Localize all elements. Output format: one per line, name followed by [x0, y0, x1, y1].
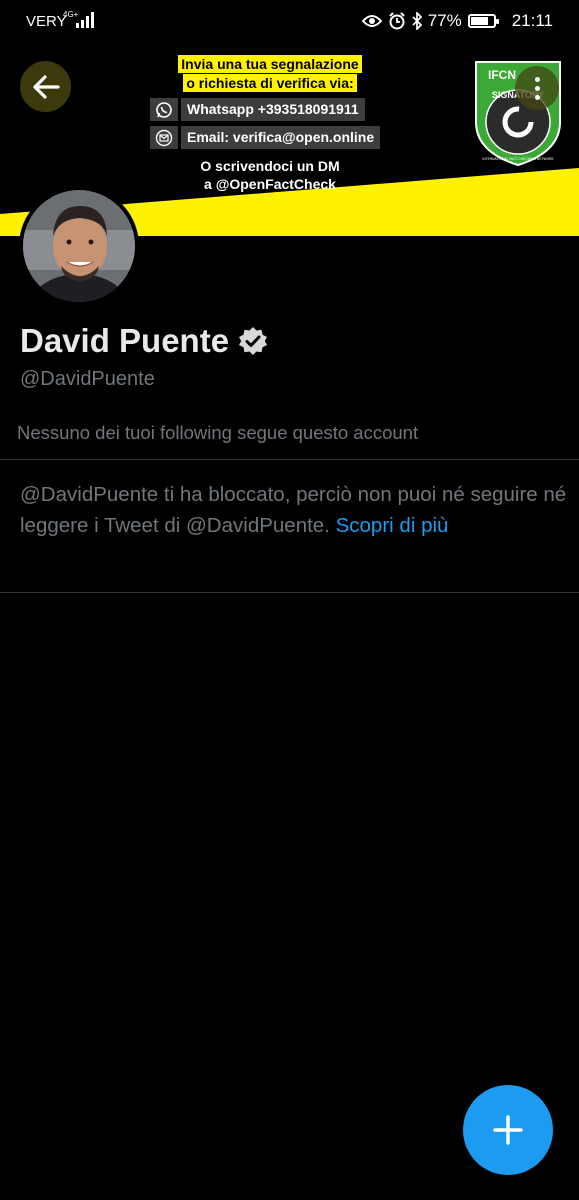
more-options-button[interactable] — [515, 66, 559, 110]
banner-line-2: o richiesta di verifica via: — [183, 74, 357, 92]
whatsapp-row: Whatsapp +393518091911 — [150, 98, 390, 121]
battery-icon — [467, 14, 499, 28]
email-address: Email: verifica@open.online — [181, 126, 381, 149]
followers-you-know-note: Nessuno dei tuoi following segue questo … — [17, 422, 419, 443]
bluetooth-icon — [412, 12, 422, 30]
avatar[interactable] — [19, 186, 139, 306]
report-info-block: Invia una tua segnalazione o richiesta d… — [150, 55, 390, 193]
dm-line-1: O scrivendoci un DM — [200, 158, 340, 174]
email-icon — [150, 126, 178, 149]
alarm-icon — [388, 12, 405, 30]
plus-icon — [493, 1115, 523, 1145]
blocked-message: @DavidPuente ti ha bloccato, perciò non … — [20, 479, 570, 541]
carrier-label: VERY — [26, 13, 67, 30]
profile-handle: @DavidPuente — [20, 368, 155, 390]
signal-icon — [76, 12, 94, 28]
profile-name-row: David Puente — [20, 322, 268, 360]
status-right: 77% 21:11 — [361, 10, 553, 32]
status-bar: VERY 4G+ 77% 21:11 — [0, 0, 579, 44]
badge-top-text: IFCN — [488, 68, 516, 82]
badge-network-text: INTERNATIONAL FACT-CHECKING NETWORK — [482, 157, 554, 161]
arrow-left-icon — [32, 74, 60, 99]
learn-more-link[interactable]: Scopri di più — [336, 514, 449, 537]
eye-icon — [361, 15, 382, 27]
avatar-photo — [23, 190, 135, 302]
blocked-text: @DavidPuente ti ha bloccato, perciò non … — [20, 483, 567, 537]
clock: 21:11 — [511, 11, 553, 30]
divider-top — [0, 459, 579, 460]
email-row: Email: verifica@open.online — [150, 126, 390, 149]
banner-line-1: Invia una tua segnalazione — [178, 55, 362, 73]
battery-percent: 77% — [427, 11, 462, 30]
profile-name: David Puente — [20, 322, 230, 359]
whatsapp-number: Whatsapp +393518091911 — [181, 98, 365, 121]
dm-line-2: a @OpenFactCheck — [204, 176, 336, 192]
divider-bottom — [0, 592, 579, 593]
back-button[interactable] — [20, 61, 71, 112]
compose-tweet-button[interactable] — [463, 1085, 553, 1175]
whatsapp-icon — [150, 98, 178, 121]
verified-badge-icon — [239, 327, 268, 355]
